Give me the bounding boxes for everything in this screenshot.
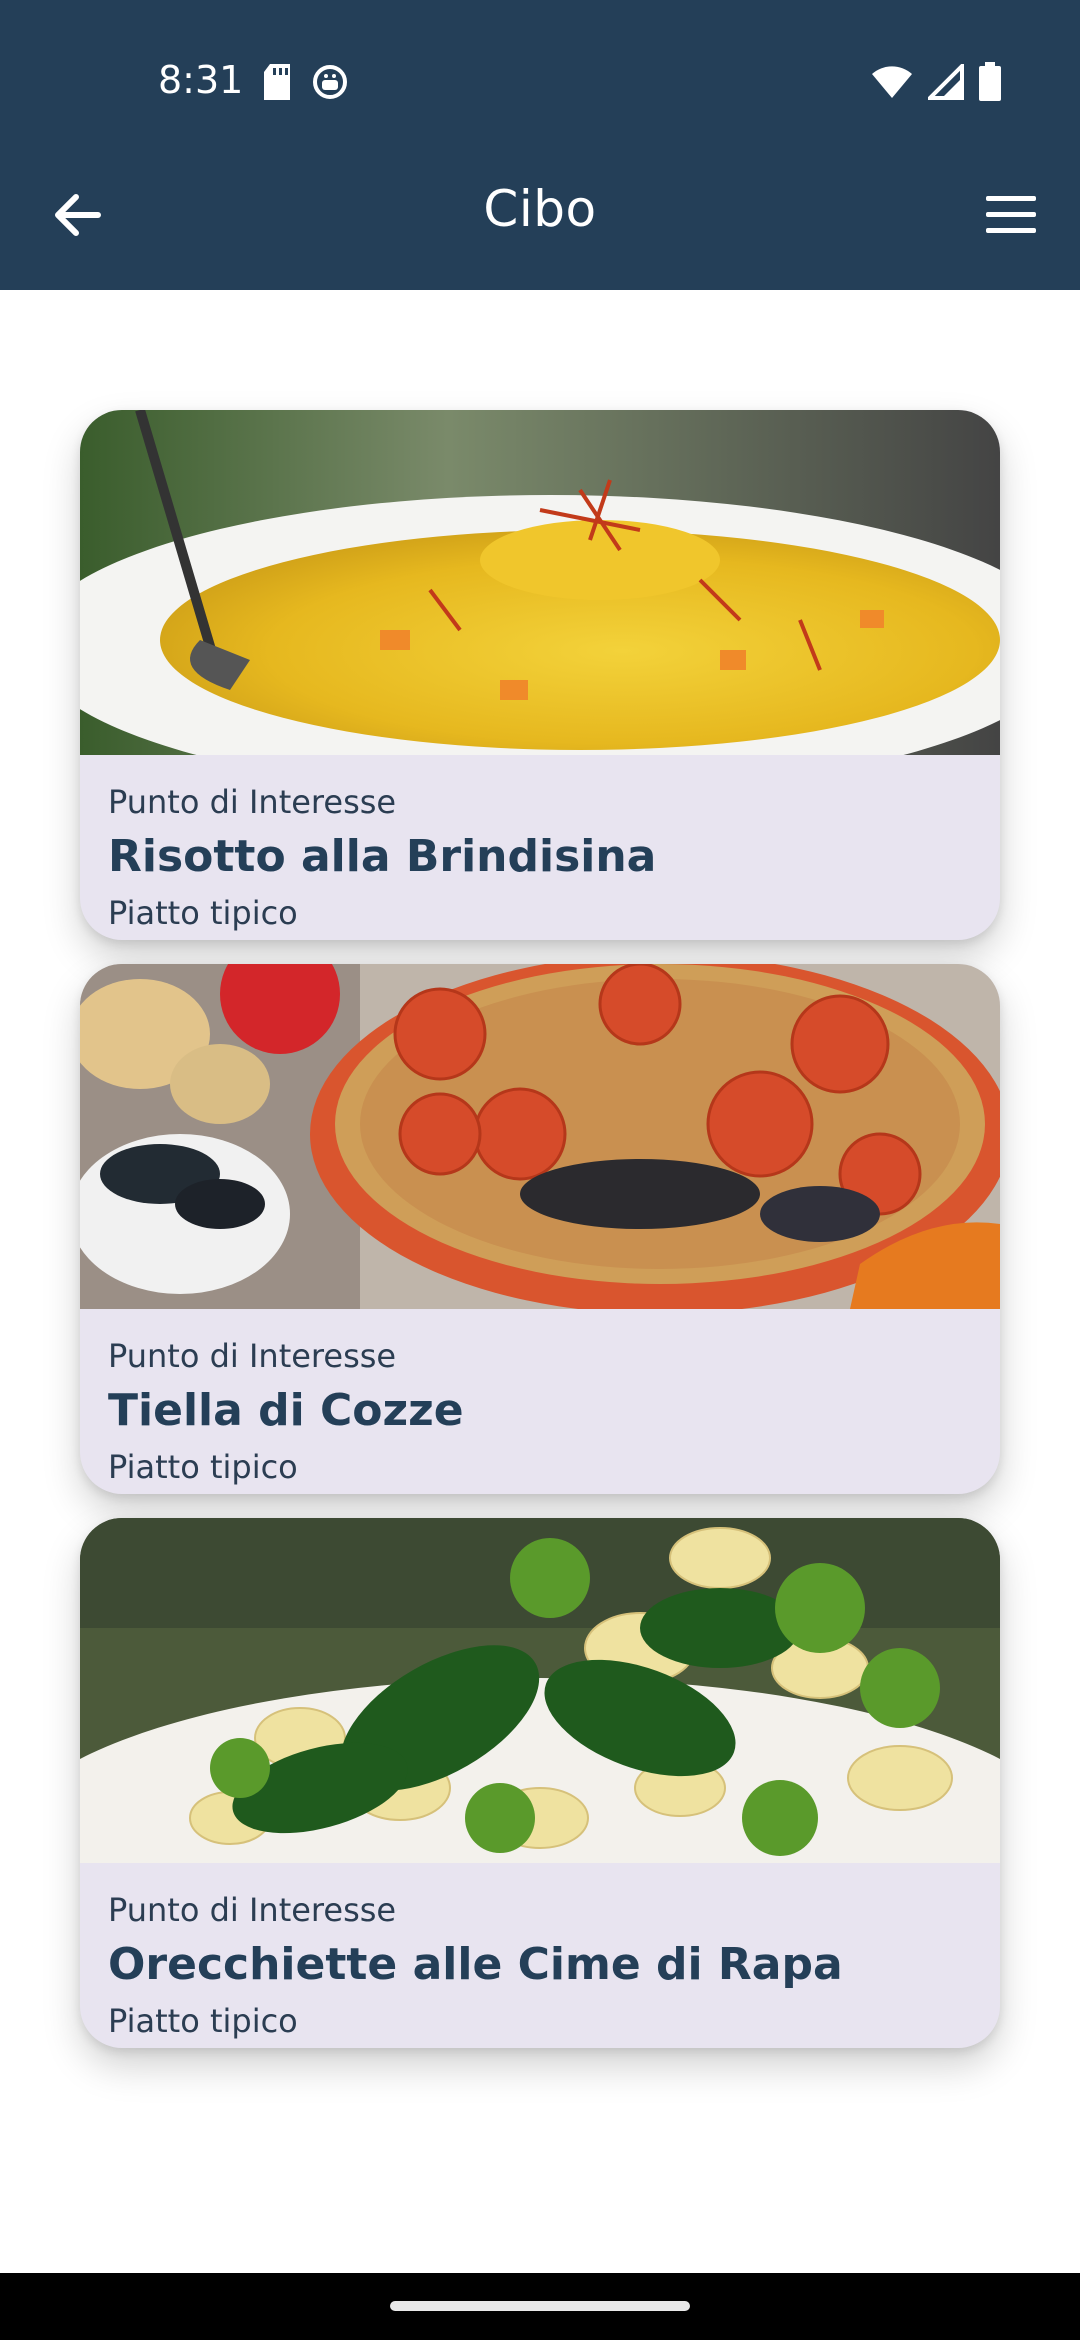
menu-button[interactable]: [984, 190, 1040, 240]
card-subtitle: Piatto tipico: [108, 2002, 298, 2040]
card-kicker: Punto di Interesse: [108, 783, 397, 821]
battery-icon: [978, 62, 1002, 106]
home-indicator[interactable]: [390, 2301, 690, 2311]
orecchiette-photo: [80, 1518, 1000, 1863]
status-bar: 8:31: [0, 0, 1080, 165]
card-kicker: Punto di Interesse: [108, 1891, 397, 1929]
system-navigation-bar: [0, 2273, 1080, 2340]
signal-icon: [925, 61, 964, 104]
risotto-photo: [80, 410, 1000, 755]
list-item-card[interactable]: Punto di Interesse Tiella di Cozze Piatt…: [80, 964, 1000, 1494]
list-item-card[interactable]: Punto di Interesse Risotto alla Brindisi…: [80, 410, 1000, 940]
card-kicker: Punto di Interesse: [108, 1337, 397, 1375]
hamburger-menu-icon: [984, 196, 1040, 244]
tiella-photo: [80, 964, 1000, 1309]
toolbar: Cibo: [0, 170, 1080, 290]
sd-card-icon: [262, 64, 292, 104]
food-list: Punto di Interesse Risotto alla Brindisi…: [80, 410, 1000, 2072]
card-subtitle: Piatto tipico: [108, 894, 298, 932]
list-item-card[interactable]: Punto di Interesse Orecchiette alle Cime…: [80, 1518, 1000, 2048]
app-bar: 8:31 Cibo: [0, 0, 1080, 290]
page-title: Cibo: [483, 180, 597, 238]
card-subtitle: Piatto tipico: [108, 1448, 298, 1486]
wifi-icon: [870, 64, 914, 104]
card-title: Risotto alla Brindisina: [108, 831, 657, 882]
card-title: Tiella di Cozze: [108, 1385, 464, 1436]
card-title: Orecchiette alle Cime di Rapa: [108, 1939, 843, 1990]
status-time: 8:31: [158, 58, 244, 102]
android-notification-icon: [312, 64, 348, 104]
